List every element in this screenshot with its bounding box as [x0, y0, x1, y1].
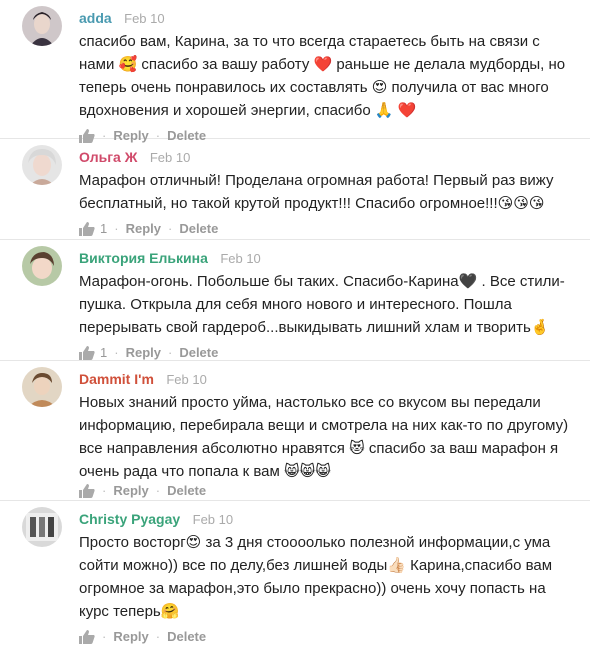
avatar[interactable] — [22, 367, 62, 407]
comment-author[interactable]: Ольга Ж — [79, 149, 137, 165]
comment-item: Dammit I'm Feb 10 Новых знаний просто уй… — [0, 361, 590, 501]
avatar[interactable] — [22, 507, 62, 547]
comment-text: спасибо вам, Карина, за то что всегда ст… — [79, 33, 566, 119]
comment-author[interactable]: Виктория Елькина — [79, 250, 208, 266]
separator: · — [155, 629, 161, 644]
comment-text: Марафон отличный! Проделана огромная раб… — [79, 172, 554, 212]
comment-item: Ольга Ж Feb 10 Марафон отличный! Продела… — [0, 139, 590, 240]
comment-date[interactable]: Feb 10 — [193, 512, 233, 527]
avatar[interactable] — [22, 6, 62, 46]
reply-button[interactable]: Reply — [113, 625, 148, 649]
comment-date[interactable]: Feb 10 — [166, 372, 206, 387]
comment-author[interactable]: Dammit I'm — [79, 371, 154, 387]
like-button[interactable] — [79, 484, 95, 498]
like-count: 1 — [100, 221, 108, 236]
comment-date[interactable]: Feb 10 — [124, 11, 164, 26]
separator: · — [102, 629, 107, 644]
separator: · — [167, 221, 173, 236]
reply-button[interactable]: Reply — [126, 217, 161, 241]
comment-date[interactable]: Feb 10 — [220, 251, 260, 266]
comment-author[interactable]: Christy Pyagay — [79, 511, 180, 527]
thumbs-up-icon — [79, 346, 95, 360]
separator: · — [114, 221, 119, 236]
separator: · — [155, 483, 161, 498]
reply-button[interactable]: Reply — [113, 479, 148, 503]
comment-text: Просто восторг😍 за 3 дня стоооолько поле… — [79, 534, 553, 620]
comment-date[interactable]: Feb 10 — [150, 150, 190, 165]
comment-text: Марафон-огонь. Побольше бы таких. Спасиб… — [79, 273, 565, 336]
comment-list: adda Feb 10 спасибо вам, Карина, за то ч… — [0, 0, 590, 647]
comment-text: Новых знаний просто уйма, настолько все … — [79, 394, 569, 480]
like-button[interactable]: 1 — [79, 217, 107, 241]
thumbs-up-icon — [79, 222, 95, 236]
comment-author[interactable]: adda — [79, 10, 112, 26]
delete-button[interactable]: Delete — [167, 625, 206, 649]
avatar[interactable] — [22, 145, 62, 185]
comment-item: adda Feb 10 спасибо вам, Карина, за то ч… — [0, 0, 590, 143]
like-button[interactable] — [79, 630, 95, 644]
avatar[interactable] — [22, 246, 62, 286]
delete-button[interactable]: Delete — [167, 479, 206, 503]
thumbs-up-icon — [79, 484, 95, 498]
comment-actions: 1 · Reply · Delete — [79, 217, 572, 241]
thumbs-up-icon — [79, 630, 95, 644]
comment-actions: · Reply · Delete — [79, 625, 572, 649]
comment-item: Виктория Елькина Feb 10 Марафон-огонь. П… — [0, 240, 590, 361]
comment-item: Christy Pyagay Feb 10 Просто восторг😍 за… — [0, 501, 590, 647]
separator: · — [102, 483, 107, 498]
delete-button[interactable]: Delete — [179, 217, 218, 241]
